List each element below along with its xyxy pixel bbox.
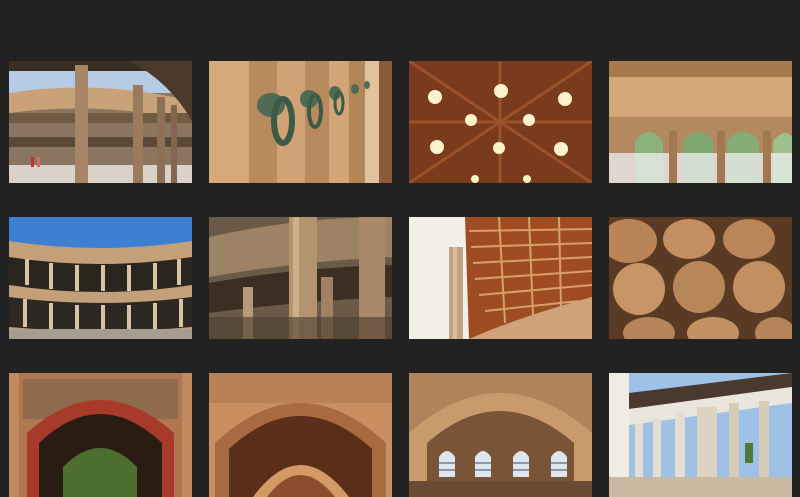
thumbnail-image bbox=[209, 373, 392, 497]
thumbnail-image bbox=[9, 373, 192, 497]
thumbnail-gallery bbox=[0, 0, 800, 497]
circular-courtyard-thumbnail[interactable] bbox=[9, 217, 192, 339]
thumbnail-image bbox=[209, 217, 392, 339]
thumbnail-image bbox=[609, 61, 792, 183]
lattice-window-arch-thumbnail[interactable] bbox=[409, 373, 592, 497]
carved-stone-texture-thumbnail[interactable] bbox=[609, 217, 792, 339]
thumbnail-image bbox=[409, 217, 592, 339]
palace-courtyard-colonnade-thumbnail[interactable] bbox=[9, 61, 192, 183]
thumbnail-image bbox=[209, 61, 392, 183]
coffered-wooden-ceiling-thumbnail[interactable] bbox=[409, 217, 592, 339]
thumbnail-image bbox=[9, 217, 192, 339]
thumbnail-image bbox=[409, 373, 592, 497]
moorish-red-arch-thumbnail[interactable] bbox=[9, 373, 192, 497]
arched-window-gallery-thumbnail[interactable] bbox=[609, 61, 792, 183]
thumbnail-image bbox=[609, 217, 792, 339]
thumbnail-image bbox=[609, 373, 792, 497]
thumbnail-image bbox=[9, 61, 192, 183]
thumbnail-image bbox=[409, 61, 592, 183]
bronze-ring-knockers-thumbnail[interactable] bbox=[209, 61, 392, 183]
carved-arch-passage-thumbnail[interactable] bbox=[209, 373, 392, 497]
white-arcade-columns-thumbnail[interactable] bbox=[609, 373, 792, 497]
stone-columns-thumbnail[interactable] bbox=[209, 217, 392, 339]
star-cutout-ceiling-thumbnail[interactable] bbox=[409, 61, 592, 183]
